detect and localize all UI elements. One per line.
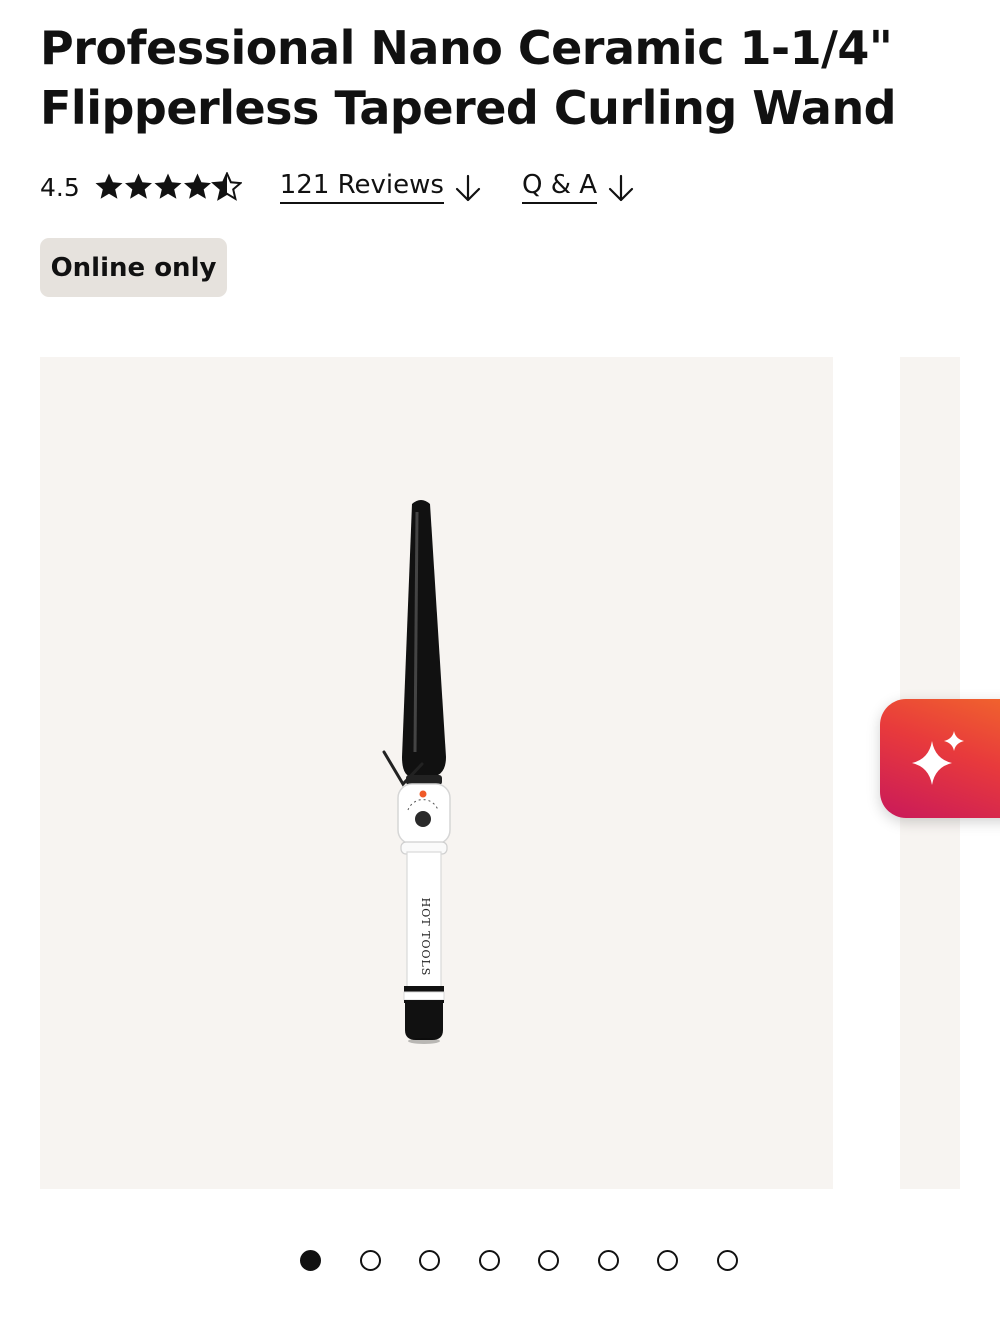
product-title: Professional Nano Ceramic 1-1/4" Flipper…	[40, 18, 940, 138]
qa-link-label: Q & A	[521, 170, 598, 204]
product-image-slide[interactable]: HOT TOOLS	[40, 357, 833, 1189]
product-title-line-1: Professional Nano Ceramic 1-1/4"	[40, 21, 893, 75]
rating-value: 4.5	[40, 172, 80, 202]
star-icon	[154, 173, 182, 199]
carousel-dot-7[interactable]	[657, 1250, 678, 1271]
online-only-badge-label: Online only	[50, 252, 217, 283]
carousel-dot-4[interactable]	[478, 1250, 500, 1271]
qa-link[interactable]: Q & A	[521, 170, 635, 204]
sparkle-icon	[912, 731, 964, 785]
rating-row: 4.5 121 Reviews Q & A	[40, 164, 635, 210]
carousel-dot-2[interactable]	[359, 1250, 381, 1271]
carousel-pagination	[300, 1250, 738, 1271]
reviews-link-label: 121 Reviews	[279, 170, 444, 204]
carousel-dot-3[interactable]	[419, 1250, 440, 1271]
arrow-down-icon	[455, 174, 481, 202]
reviews-link[interactable]: 121 Reviews	[279, 170, 482, 204]
half-star-icon	[212, 172, 242, 200]
carousel-dot-1[interactable]	[300, 1250, 321, 1271]
ai-assistant-button[interactable]	[880, 699, 1000, 818]
online-only-badge: Online only	[40, 238, 227, 297]
star-rating	[94, 172, 242, 202]
star-icon	[124, 173, 152, 199]
curling-wand-image: HOT TOOLS	[382, 500, 451, 1044]
carousel-dot-8[interactable]	[716, 1250, 738, 1271]
carousel-dot-6[interactable]	[597, 1250, 619, 1271]
svg-text:HOT TOOLS: HOT TOOLS	[419, 898, 432, 977]
carousel-dot-5[interactable]	[538, 1250, 559, 1271]
star-icon	[183, 173, 211, 199]
arrow-down-icon	[608, 174, 634, 202]
star-icon	[95, 173, 123, 199]
star-icons	[95, 172, 242, 200]
product-title-line-2: Flipperless Tapered Curling Wand	[40, 81, 897, 135]
